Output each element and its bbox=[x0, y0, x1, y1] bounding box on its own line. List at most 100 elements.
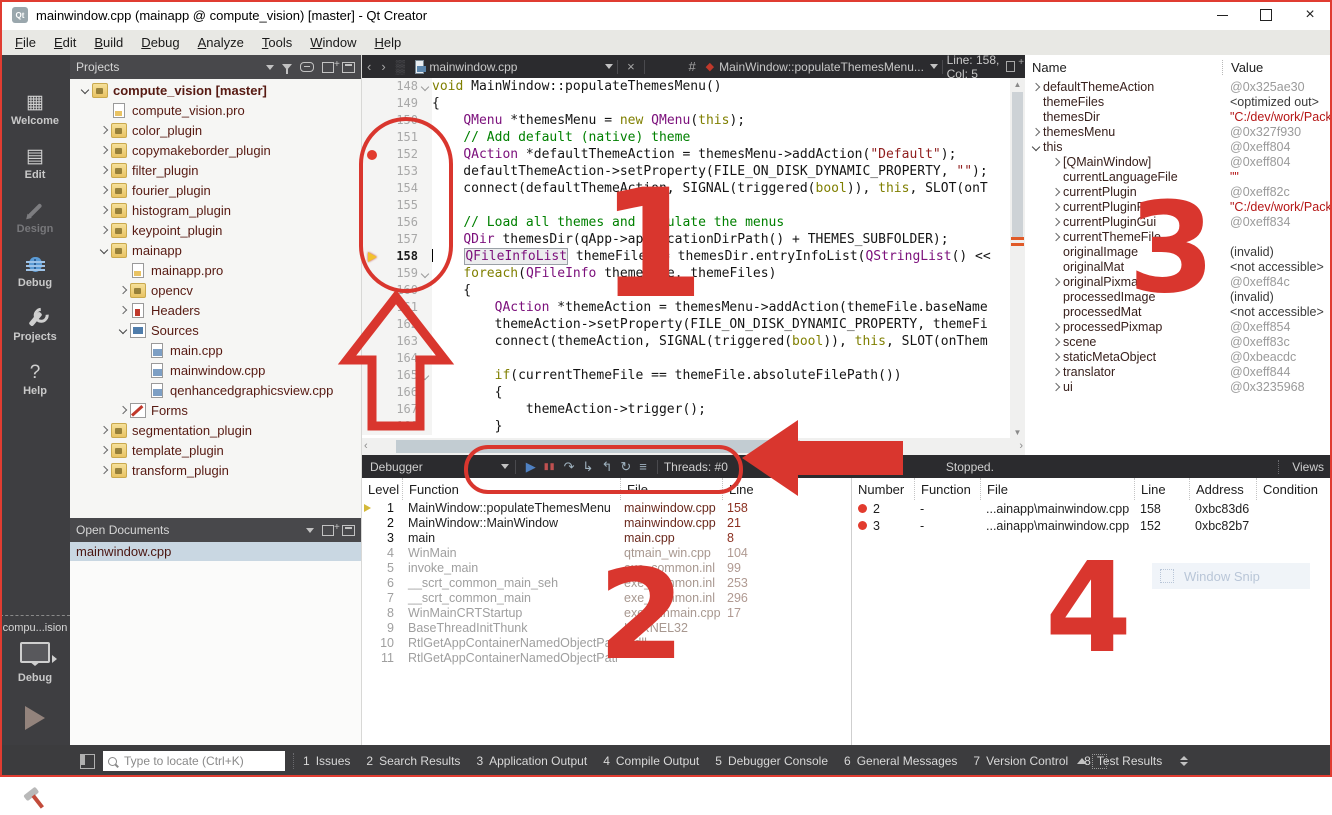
chevron-right-icon[interactable] bbox=[1049, 204, 1063, 210]
mode-debug[interactable]: Debug bbox=[0, 245, 70, 297]
stack-frame-row[interactable]: 2MainWindow::MainWindowmainwindow.cpp21 bbox=[362, 515, 851, 530]
scroll-right-icon[interactable]: › bbox=[1019, 440, 1023, 452]
scroll-up-icon[interactable]: ▲ bbox=[1010, 78, 1025, 90]
chevron-right-icon[interactable] bbox=[97, 147, 111, 153]
split-editor-icon[interactable] bbox=[1006, 61, 1015, 72]
column-header-file[interactable]: File bbox=[980, 478, 1134, 500]
code-line[interactable]: 168 } bbox=[362, 418, 1010, 435]
chevron-right-icon[interactable] bbox=[1049, 234, 1063, 240]
locals-row[interactable]: themesDir"C:/dev/work/Packt/build-co bbox=[1025, 109, 1332, 124]
close-button[interactable]: × bbox=[1288, 0, 1332, 30]
chevron-right-icon[interactable] bbox=[1049, 189, 1063, 195]
panel-dropdown-icon[interactable] bbox=[266, 65, 274, 70]
locals-row[interactable]: themesMenu@0x327f930 bbox=[1025, 124, 1332, 139]
breakpoint-margin[interactable] bbox=[362, 367, 382, 384]
locals-row[interactable]: this@0xeff804 bbox=[1025, 139, 1332, 154]
column-header-function[interactable]: Function bbox=[914, 478, 980, 500]
line-column-hash-icon[interactable]: # bbox=[688, 59, 695, 74]
fold-marker-icon[interactable] bbox=[418, 265, 432, 282]
close-document-icon[interactable]: × bbox=[627, 59, 635, 74]
column-header-condition[interactable]: Condition bbox=[1256, 478, 1332, 500]
breakpoint-margin[interactable] bbox=[362, 384, 382, 401]
locals-row[interactable]: defaultThemeAction@0x325ae30 bbox=[1025, 79, 1332, 94]
breakpoint-margin[interactable] bbox=[362, 299, 382, 316]
chevron-right-icon[interactable] bbox=[97, 187, 111, 193]
chevron-right-icon[interactable] bbox=[1049, 219, 1063, 225]
stack-frame-row[interactable]: 7__scrt_common_mainexe_common.inl296 bbox=[362, 590, 851, 605]
breakpoint-marker[interactable] bbox=[362, 146, 382, 163]
chevron-right-icon[interactable] bbox=[116, 307, 130, 313]
chevron-right-icon[interactable] bbox=[97, 167, 111, 173]
locals-row[interactable]: scene@0xeff83c bbox=[1025, 334, 1332, 349]
chevron-down-icon[interactable] bbox=[78, 87, 92, 93]
chevron-right-icon[interactable] bbox=[116, 407, 130, 413]
code-line[interactable]: 165 if(currentThemeFile == themeFile.abs… bbox=[362, 367, 1010, 384]
menu-build[interactable]: Build bbox=[85, 35, 132, 50]
code-line[interactable]: 166 { bbox=[362, 384, 1010, 401]
chevron-right-icon[interactable] bbox=[1049, 159, 1063, 165]
output-pane-search-results[interactable]: 2Search Results bbox=[366, 754, 460, 768]
breakpoint-margin[interactable] bbox=[362, 333, 382, 350]
menu-window[interactable]: Window bbox=[301, 35, 365, 50]
editor-horizontal-scrollbar[interactable]: ‹ › bbox=[362, 438, 1025, 455]
breakpoint-row[interactable]: 2-...ainapp\mainwindow.cpp1580xbc83d6 bbox=[852, 500, 1332, 517]
locals-row[interactable]: processedImage(invalid) bbox=[1025, 289, 1332, 304]
editor-file-name[interactable]: mainwindow.cpp bbox=[429, 60, 517, 74]
code-line[interactable]: 164 bbox=[362, 350, 1010, 367]
column-header-level[interactable]: Level bbox=[362, 478, 402, 500]
breakpoint-margin[interactable] bbox=[362, 350, 382, 367]
tree-item[interactable]: opencv bbox=[70, 280, 361, 300]
mode-design[interactable]: Design bbox=[0, 191, 70, 243]
chevron-right-icon[interactable] bbox=[97, 127, 111, 133]
code-line[interactable]: 155 bbox=[362, 197, 1010, 214]
code-line[interactable]: 162 themeAction->setProperty(FILE_ON_DIS… bbox=[362, 316, 1010, 333]
minimize-button[interactable] bbox=[1200, 0, 1244, 30]
breakpoint-margin[interactable] bbox=[362, 95, 382, 112]
locals-row[interactable]: themeFiles<optimized out> bbox=[1025, 94, 1332, 109]
tree-item[interactable]: compute_vision [master] bbox=[70, 80, 361, 100]
locals-row[interactable]: processedMat<not accessible> bbox=[1025, 304, 1332, 319]
stack-frame-row[interactable]: 9BaseThreadInitThunkKERNEL32 bbox=[362, 620, 851, 635]
restart-icon[interactable]: ↻ bbox=[620, 459, 631, 475]
output-pane-application-output[interactable]: 3Application Output bbox=[476, 754, 587, 768]
chevron-right-icon[interactable] bbox=[1049, 384, 1063, 390]
step-over-icon[interactable]: ↷ bbox=[564, 459, 575, 475]
code-line[interactable]: 160 { bbox=[362, 282, 1010, 299]
breakpoint-margin[interactable] bbox=[362, 129, 382, 146]
output-pane-issues[interactable]: 1Issues bbox=[303, 754, 350, 768]
interrupt-icon[interactable]: ▮▮ bbox=[544, 461, 556, 472]
chevron-right-icon[interactable] bbox=[97, 207, 111, 213]
code-line[interactable]: 167 themeAction->trigger(); bbox=[362, 401, 1010, 418]
views-flat-icon[interactable]: ≡ bbox=[639, 459, 647, 474]
close-panel-icon[interactable] bbox=[342, 525, 355, 536]
code-line[interactable]: 159 foreach(QFileInfo themeFile, themeFi… bbox=[362, 265, 1010, 282]
step-out-icon[interactable]: ↰ bbox=[601, 459, 612, 475]
threads-selector[interactable]: Threads: #0 bbox=[664, 460, 728, 474]
tree-item[interactable]: keypoint_plugin bbox=[70, 220, 361, 240]
chevron-down-icon[interactable] bbox=[1029, 144, 1043, 150]
symbol-selector[interactable]: MainWindow::populateThemesMenu... bbox=[719, 60, 924, 74]
breakpoint-margin[interactable] bbox=[362, 78, 382, 95]
menu-edit[interactable]: Edit bbox=[45, 35, 85, 50]
column-header-line[interactable]: Line bbox=[722, 478, 772, 500]
views-button[interactable]: Views bbox=[1292, 460, 1324, 474]
current-line-arrow-icon[interactable] bbox=[362, 248, 382, 265]
code-line[interactable]: 158 QFileInfoList themeFiles = themesDir… bbox=[362, 248, 1010, 265]
panel-dropdown-icon[interactable] bbox=[306, 528, 314, 533]
maximize-button[interactable] bbox=[1244, 0, 1288, 30]
code-line[interactable]: 157 QDir themesDir(qApp->applicationDirP… bbox=[362, 231, 1010, 248]
tree-item[interactable]: transform_plugin bbox=[70, 460, 361, 480]
stack-frame-row[interactable]: 5invoke_mainexe_common.inl99 bbox=[362, 560, 851, 575]
fold-marker-icon[interactable] bbox=[418, 367, 432, 384]
menu-help[interactable]: Help bbox=[365, 35, 410, 50]
build-button[interactable] bbox=[18, 781, 52, 815]
stack-frame-row[interactable]: 11RtlGetAppContainerNamedObjectPath bbox=[362, 650, 851, 665]
chevron-right-icon[interactable] bbox=[1049, 354, 1063, 360]
locals-row[interactable]: currentThemeFile bbox=[1025, 229, 1332, 244]
output-pane-version-control[interactable]: 7Version Control bbox=[973, 754, 1068, 768]
step-into-icon[interactable]: ↳ bbox=[583, 459, 594, 475]
tree-item[interactable]: compute_vision.pro bbox=[70, 100, 361, 120]
tree-item[interactable]: color_plugin bbox=[70, 120, 361, 140]
chevron-right-icon[interactable] bbox=[97, 227, 111, 233]
tree-item[interactable]: Forms bbox=[70, 400, 361, 420]
